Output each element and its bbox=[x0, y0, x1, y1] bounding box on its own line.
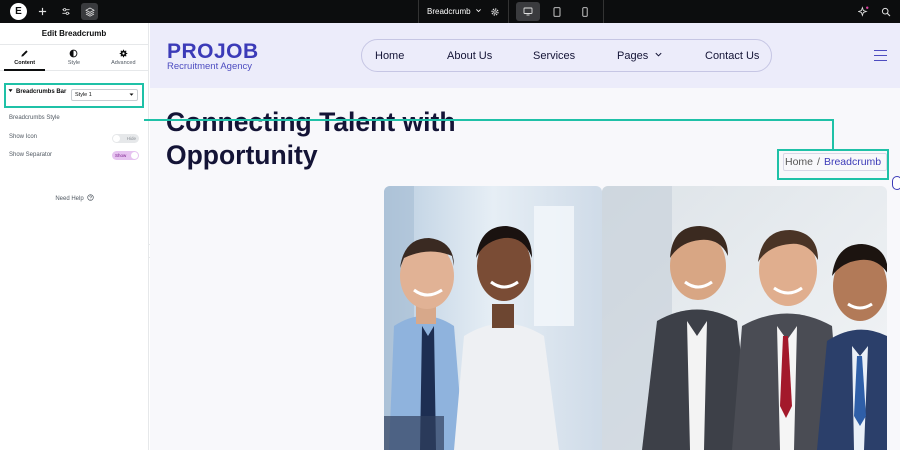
plus-icon[interactable] bbox=[34, 3, 51, 20]
help-label: Need Help bbox=[55, 195, 84, 202]
highlight-box-style bbox=[4, 83, 144, 108]
topbar-divider bbox=[603, 0, 604, 23]
preview-canvas: PROJOB Recruitment Agency Home About Us … bbox=[150, 23, 900, 450]
edge-handle-icon[interactable] bbox=[892, 176, 900, 190]
site-header: PROJOB Recruitment Agency Home About Us … bbox=[150, 23, 900, 88]
main-nav: Home About Us Services Pages Contact Us bbox=[361, 39, 772, 72]
nav-item-home[interactable]: Home bbox=[375, 40, 404, 71]
gear-icon[interactable] bbox=[486, 3, 503, 20]
sparkle-icon[interactable] bbox=[855, 3, 872, 20]
nav-label: Services bbox=[533, 49, 576, 62]
show-separator-toggle[interactable]: Show bbox=[112, 151, 139, 160]
need-help-link[interactable]: Need Help bbox=[0, 194, 149, 203]
tab-advanced[interactable]: Advanced bbox=[99, 45, 148, 70]
nav-label: Pages bbox=[617, 49, 649, 62]
document-title: Breadcrumb bbox=[427, 7, 471, 16]
tab-content[interactable]: Content bbox=[0, 45, 49, 71]
tab-label: Content bbox=[14, 60, 36, 66]
tab-style[interactable]: Style bbox=[49, 45, 98, 70]
site-logo[interactable]: PROJOB Recruitment Agency bbox=[167, 41, 259, 72]
nav-label: About Us bbox=[447, 49, 493, 62]
tablet-icon[interactable] bbox=[545, 2, 569, 21]
show-icon-toggle[interactable]: Hide bbox=[112, 134, 139, 143]
logo-tagline: Recruitment Agency bbox=[167, 61, 253, 72]
team-photo-right bbox=[602, 186, 887, 450]
nav-label: Home bbox=[375, 49, 405, 62]
toggle-state: Show bbox=[115, 153, 127, 158]
panel-title: Edit Breadcrumb bbox=[0, 23, 148, 45]
pencil-icon bbox=[21, 50, 28, 57]
layers-icon[interactable] bbox=[81, 3, 98, 20]
chevron-down-icon bbox=[475, 7, 482, 16]
nav-item-services[interactable]: Services bbox=[533, 40, 575, 71]
team-photo-left bbox=[384, 186, 602, 450]
topbar-divider bbox=[418, 0, 419, 23]
show-icon-label: Show Icon bbox=[9, 134, 38, 140]
gear-icon bbox=[119, 49, 128, 58]
hamburger-menu-icon[interactable] bbox=[874, 50, 887, 61]
half-circle-icon bbox=[70, 49, 78, 58]
search-icon[interactable] bbox=[877, 3, 894, 20]
tab-label: Style bbox=[67, 60, 81, 66]
highlight-box-breadcrumb bbox=[777, 149, 889, 180]
hero-title: Connecting Talent with Opportunity bbox=[166, 106, 526, 172]
nav-item-about[interactable]: About Us bbox=[447, 40, 492, 71]
mobile-icon[interactable] bbox=[573, 2, 597, 21]
logo-text: PROJOB bbox=[167, 40, 259, 63]
hero-title-line: Connecting Talent with bbox=[166, 107, 456, 137]
elementor-logo-icon[interactable]: E bbox=[10, 3, 27, 20]
nav-label: Contact Us bbox=[705, 49, 760, 62]
breadcrumbs-style-label: Breadcrumbs Style bbox=[9, 115, 60, 121]
nav-item-pages[interactable]: Pages bbox=[617, 40, 663, 71]
nav-item-contact[interactable]: Contact Us bbox=[705, 40, 759, 71]
help-icon bbox=[87, 194, 94, 203]
chevron-down-icon bbox=[654, 50, 663, 62]
document-title-dropdown[interactable]: Breadcrumb bbox=[420, 0, 486, 23]
tab-label: Advanced bbox=[111, 60, 136, 66]
toggle-state: Hide bbox=[126, 136, 136, 141]
topbar-divider bbox=[508, 0, 509, 23]
desktop-icon[interactable] bbox=[516, 2, 540, 21]
editor-topbar: E Breadcrumb bbox=[0, 0, 900, 23]
show-separator-label: Show Separator bbox=[9, 152, 53, 158]
hero-title-line: Opportunity bbox=[166, 140, 318, 170]
sliders-icon[interactable] bbox=[57, 3, 74, 20]
panel-tabs: Content Style Advanced bbox=[0, 45, 148, 71]
